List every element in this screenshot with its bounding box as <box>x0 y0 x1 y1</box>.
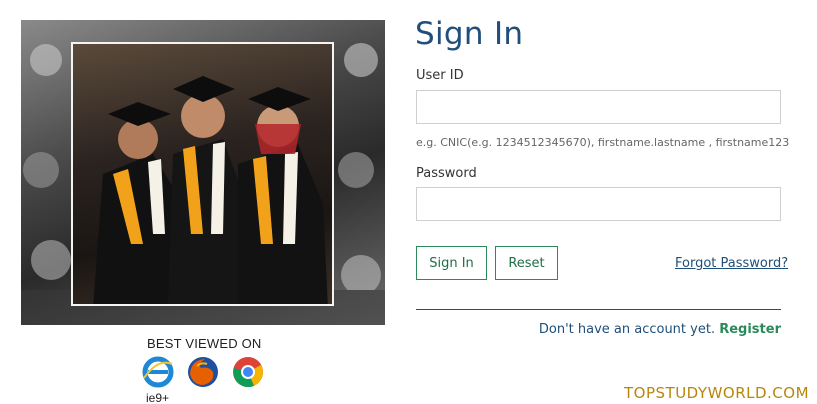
chrome-icon <box>232 356 264 388</box>
no-account-text: Don't have an account yet. <box>538 322 716 337</box>
graduation-photo <box>21 20 385 325</box>
site-watermark: TOPSTUDYWORLD.COM <box>624 384 810 402</box>
firefox-icon <box>187 356 219 388</box>
forgot-password-link[interactable]: Forgot Password? <box>675 256 788 271</box>
password-label: Password <box>416 166 477 181</box>
graduates-illustration <box>93 76 328 304</box>
page-title: Sign In <box>415 16 524 52</box>
internet-explorer-icon <box>142 356 174 388</box>
password-input[interactable] <box>416 187 781 221</box>
photo-focus-frame <box>71 42 334 306</box>
userid-label: User ID <box>416 68 464 83</box>
sign-in-button[interactable]: Sign In <box>416 246 487 280</box>
userid-hint: e.g. CNIC(e.g. 1234512345670), firstname… <box>416 136 790 149</box>
form-divider <box>416 309 781 310</box>
reset-button[interactable]: Reset <box>495 246 558 280</box>
best-viewed-label: BEST VIEWED ON <box>147 336 262 351</box>
userid-input[interactable] <box>416 90 781 124</box>
ie-version-note: ie9+ <box>146 391 170 404</box>
register-link[interactable]: Register <box>719 322 781 337</box>
register-row: Don't have an account yet. Register <box>539 322 781 337</box>
